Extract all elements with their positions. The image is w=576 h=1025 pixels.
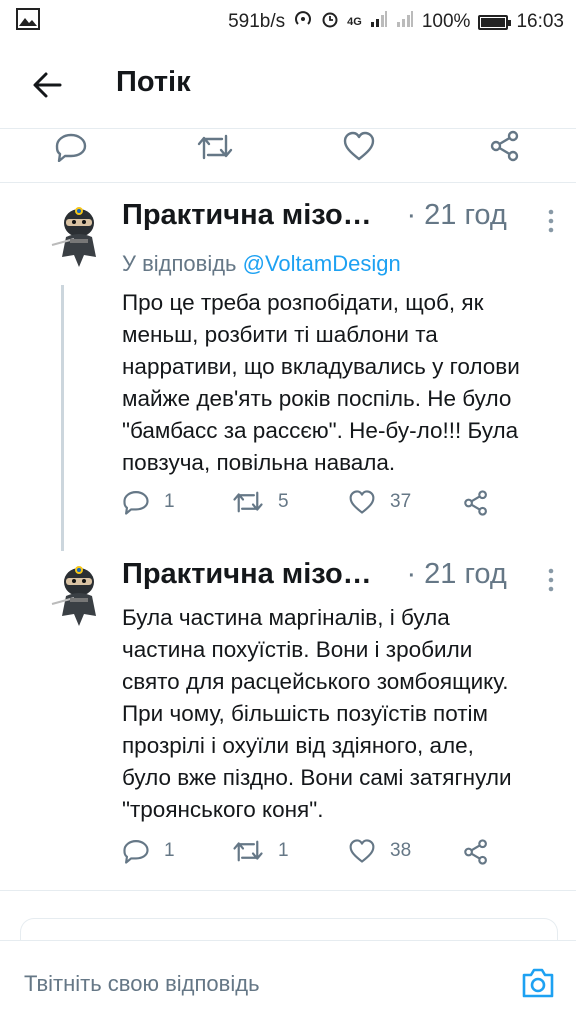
- battery-fill: [481, 17, 506, 27]
- tweet-text: Була частина маргіналів, і була частина …: [122, 605, 512, 822]
- reply-composer: Твітніть свою відповідь: [0, 940, 576, 1025]
- tweet[interactable]: Практична мізо… · 21 год Була частина ма…: [0, 548, 576, 888]
- arrow-left-icon: [33, 72, 62, 98]
- avatar[interactable]: [44, 560, 114, 630]
- retweet-icon: [233, 491, 263, 513]
- like-icon[interactable]: [342, 130, 376, 167]
- reply-button[interactable]: 1: [122, 838, 175, 864]
- retweet-count: 5: [278, 491, 289, 512]
- tweet[interactable]: Практична мізо… · 21 год У відповідь @Vo…: [0, 183, 576, 551]
- signal-icon-secondary: [396, 10, 414, 34]
- ninja-avatar-icon: [51, 207, 96, 267]
- more-vertical-icon: [548, 209, 554, 233]
- retweet-button[interactable]: 5: [232, 489, 289, 515]
- author-name[interactable]: Практична мізо…: [122, 199, 398, 232]
- share-icon: [464, 490, 487, 516]
- retweet-icon[interactable]: [196, 132, 234, 167]
- tweet-divider: [0, 890, 576, 891]
- tweet-actions: 1 1 38: [122, 838, 562, 872]
- reply-button[interactable]: 1: [122, 489, 175, 515]
- reply-prefix: У відповідь: [122, 251, 243, 276]
- app-header: Потік: [0, 40, 576, 128]
- more-options-button[interactable]: [544, 566, 558, 596]
- camera-icon: [522, 968, 554, 998]
- network-speed: 591b/s: [228, 11, 286, 32]
- network-type: 4G: [347, 16, 362, 28]
- gallery-notification-icon: [16, 8, 40, 36]
- alarm-icon: [321, 10, 339, 34]
- back-button[interactable]: [24, 62, 70, 108]
- tweet-header: Практична мізо… · 21 год: [122, 558, 560, 598]
- tweet-actions: 1 5 37: [122, 489, 562, 523]
- share-icon: [464, 839, 487, 865]
- camera-button[interactable]: [520, 965, 556, 1001]
- author-name[interactable]: Практична мізо…: [122, 558, 398, 591]
- reply-icon: [123, 840, 149, 864]
- like-icon: [349, 839, 375, 863]
- like-button[interactable]: 38: [348, 838, 411, 864]
- like-count: 37: [390, 491, 412, 512]
- like-icon: [349, 490, 375, 514]
- hotspot-icon: [293, 9, 313, 35]
- more-options-button[interactable]: [544, 207, 558, 237]
- battery-icon: [478, 14, 512, 30]
- reply-count: 1: [164, 491, 175, 512]
- ninja-avatar-icon: [51, 566, 96, 626]
- retweet-button[interactable]: 1: [232, 838, 289, 864]
- tweet-time[interactable]: · 21 год: [406, 199, 506, 232]
- like-count: 38: [390, 840, 412, 861]
- retweet-icon: [233, 840, 263, 862]
- page-title: Потік: [116, 66, 191, 98]
- reply-input[interactable]: Твітніть свою відповідь: [24, 971, 260, 997]
- tweet-time[interactable]: · 21 год: [406, 558, 506, 591]
- signal-icon: [370, 10, 388, 34]
- share-button[interactable]: [462, 838, 490, 866]
- clock: 16:03: [516, 11, 564, 32]
- reply-to-line: У відповідь @VoltamDesign: [122, 251, 401, 277]
- reply-count: 1: [164, 840, 175, 861]
- previous-tweet-actions: [0, 126, 576, 166]
- status-bar: 591b/s 4G 100% 16:03: [0, 0, 576, 40]
- tweet-text: Про це треба розпобідати, щоб, як меньш,…: [122, 290, 520, 475]
- share-icon[interactable]: [488, 129, 522, 168]
- retweet-count: 1: [278, 840, 289, 861]
- share-button[interactable]: [462, 489, 490, 517]
- reply-icon[interactable]: [54, 132, 88, 167]
- tweet-header: Практична мізо… · 21 год: [122, 199, 560, 239]
- thread-line: [61, 285, 64, 551]
- battery-percent: 100%: [421, 11, 471, 32]
- reply-icon: [123, 491, 149, 515]
- more-vertical-icon: [548, 568, 554, 592]
- like-button[interactable]: 37: [348, 489, 411, 515]
- reply-handle-link[interactable]: @VoltamDesign: [243, 251, 401, 276]
- avatar[interactable]: [44, 201, 114, 271]
- status-icons: 591b/s 4G 100% 16:03: [228, 9, 564, 35]
